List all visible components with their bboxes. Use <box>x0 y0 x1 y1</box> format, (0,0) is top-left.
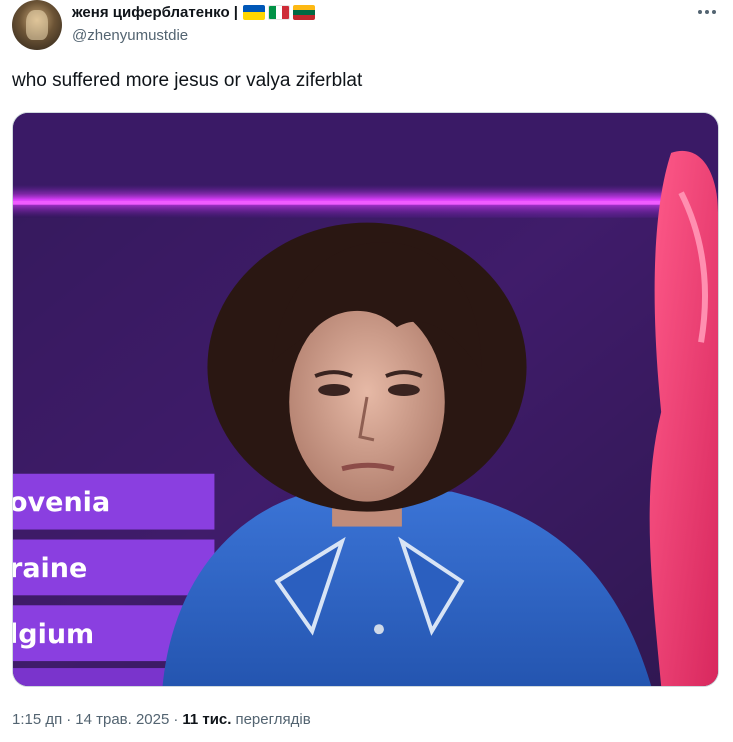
flag-group <box>242 4 315 20</box>
eye-left <box>318 384 351 397</box>
stage-light-line <box>13 200 672 205</box>
italy-flag-icon <box>267 4 290 20</box>
tweet-header: женя циферблатенко | @zhenyumustdie <box>72 1 315 44</box>
ukraine-flag-icon <box>242 4 265 20</box>
author-avatar[interactable] <box>12 0 62 50</box>
views-label: переглядів <box>235 711 311 728</box>
more-icon-dot <box>698 10 702 14</box>
scoreboard-label: ovenia <box>12 487 111 518</box>
eye-right <box>387 384 420 397</box>
tweet-media-image[interactable]: ovenia raine lgium <box>12 112 719 687</box>
author-display-name[interactable]: женя циферблатенко | <box>72 4 238 21</box>
meta-separator: · <box>173 711 179 728</box>
tweet-date[interactable]: 14 трав. 2025 <box>75 711 169 728</box>
scoreboard-label: raine <box>12 553 88 584</box>
tweet-meta: 1:15 дп · 14 трав. 2025 · 11 тис. перегл… <box>12 711 311 728</box>
name-row: женя циферблатенко | <box>72 1 315 23</box>
more-options-button[interactable] <box>695 2 719 22</box>
media-illustration <box>13 113 718 686</box>
meta-separator: · <box>66 711 72 728</box>
lithuania-flag-icon <box>292 4 315 20</box>
shirt-button <box>373 624 384 635</box>
more-icon-dot <box>712 10 716 14</box>
stage-top <box>13 113 718 193</box>
tweet-text: who suffered more jesus or valya ziferbl… <box>12 70 363 91</box>
scoreboard-label: lgium <box>12 619 95 650</box>
author-handle[interactable]: @zhenyumustdie <box>72 27 315 44</box>
pink-costume <box>649 151 718 686</box>
views-count: 11 тис. <box>182 711 232 728</box>
tweet-time[interactable]: 1:15 дп <box>12 711 62 728</box>
more-icon-dot <box>705 10 709 14</box>
